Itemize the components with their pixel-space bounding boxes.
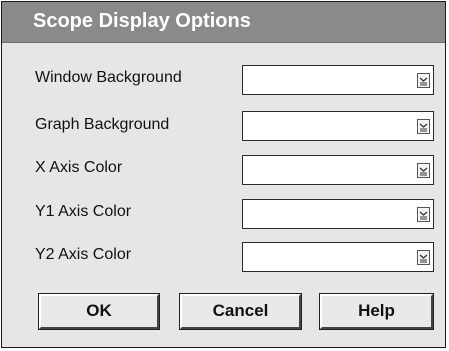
scope-display-options-dialog: Scope Display Options Window Background …: [1, 1, 446, 348]
x-axis-color-label: X Axis Color: [35, 159, 123, 176]
chevron-down-icon[interactable]: [417, 207, 430, 222]
ok-button[interactable]: OK: [39, 294, 159, 329]
help-button[interactable]: Help: [320, 294, 433, 329]
chevron-down-icon[interactable]: [417, 73, 430, 88]
graph-background-select[interactable]: [242, 111, 434, 141]
dialog-title: Scope Display Options: [33, 10, 251, 32]
y2-axis-color-label: Y2 Axis Color: [35, 246, 132, 263]
y2-axis-color-select[interactable]: [242, 242, 434, 272]
chevron-down-icon[interactable]: [417, 250, 430, 265]
graph-background-label: Graph Background: [35, 116, 170, 133]
window-background-label: Window Background: [35, 69, 182, 86]
x-axis-color-select[interactable]: [242, 155, 434, 185]
chevron-down-icon[interactable]: [417, 119, 430, 134]
chevron-down-icon[interactable]: [417, 163, 430, 178]
title-bar: Scope Display Options: [2, 2, 445, 43]
y1-axis-color-label: Y1 Axis Color: [35, 203, 132, 220]
cancel-button[interactable]: Cancel: [180, 294, 301, 329]
y1-axis-color-select[interactable]: [242, 199, 434, 229]
window-background-select[interactable]: [242, 65, 434, 95]
